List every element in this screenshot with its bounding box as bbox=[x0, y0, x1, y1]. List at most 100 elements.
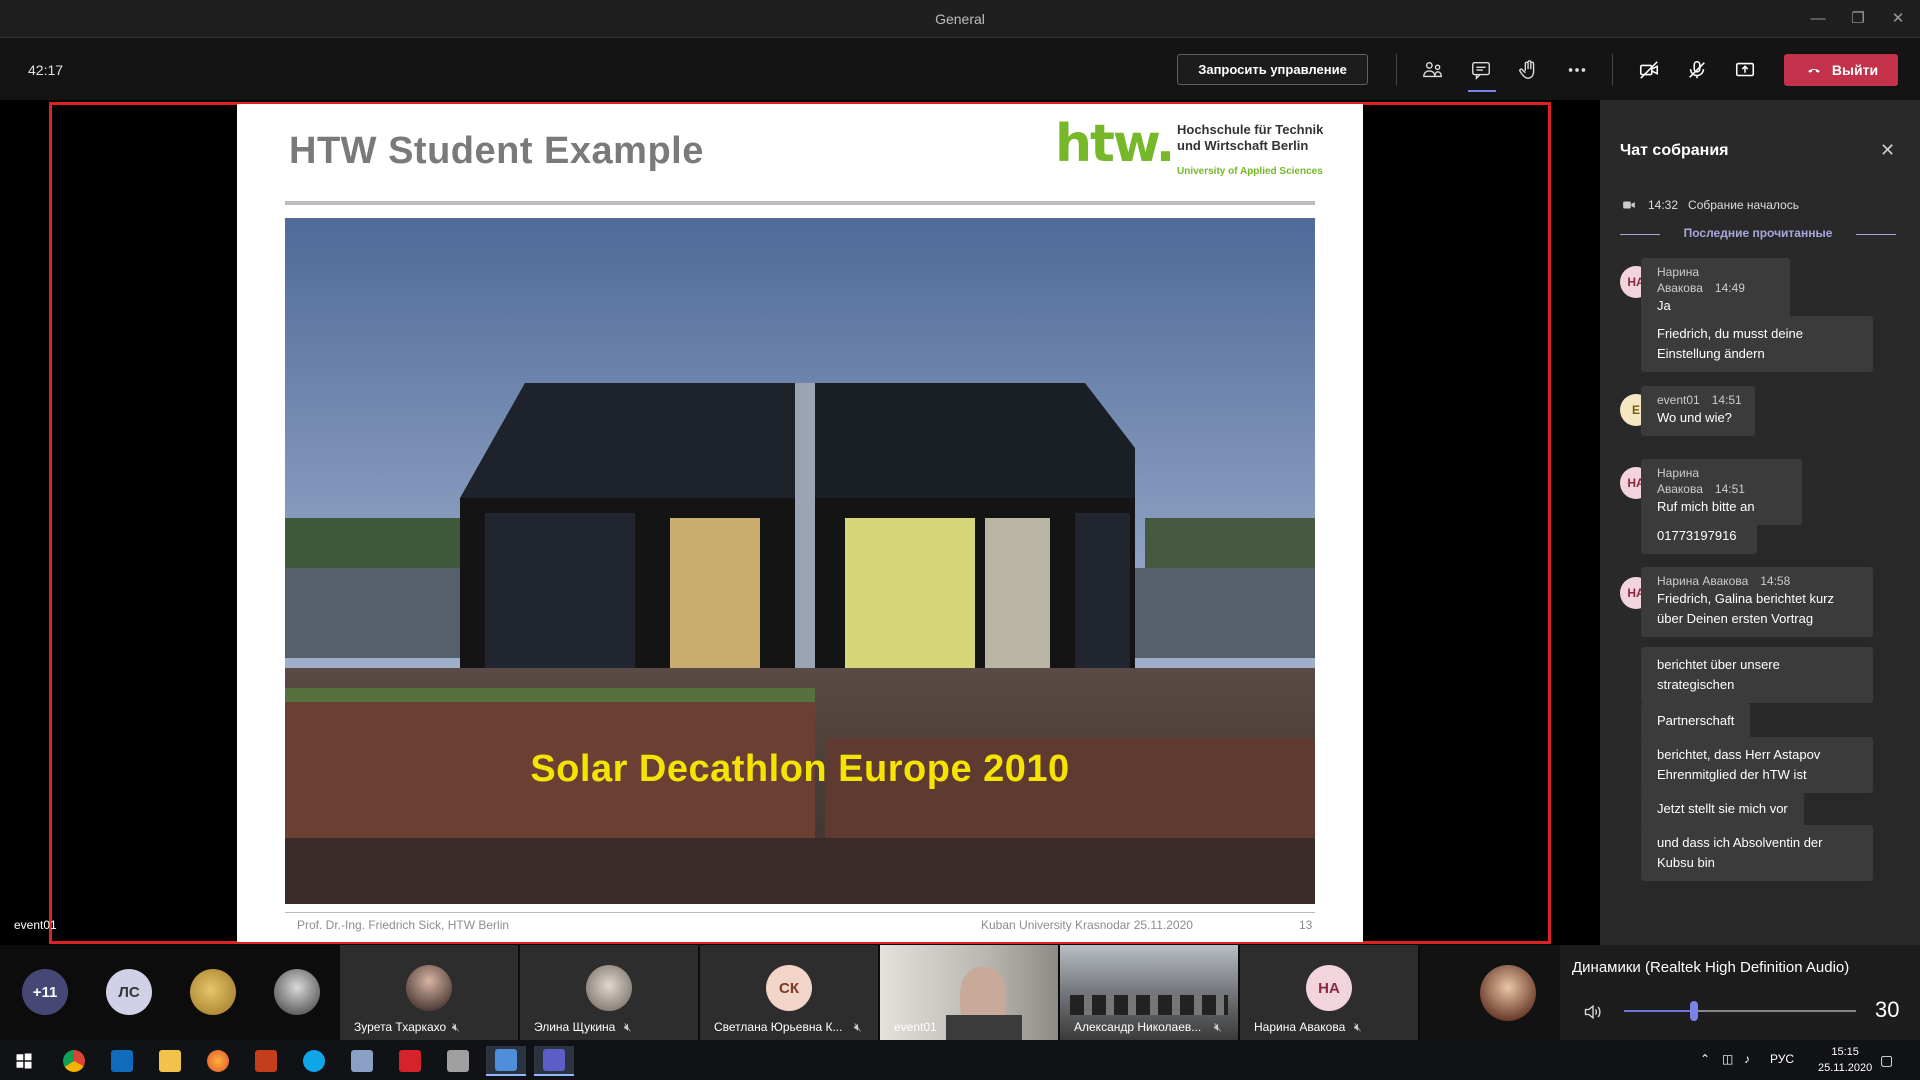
speaker-icon[interactable] bbox=[1580, 1002, 1606, 1022]
outlook-icon[interactable] bbox=[102, 1046, 142, 1076]
solar-house-photo: Solar Decathlon Europe 2010 bbox=[285, 218, 1315, 904]
taskbar-clock[interactable]: 15:15 25.11.2020 bbox=[1818, 1044, 1872, 1076]
request-control-button[interactable]: Запросить управление bbox=[1177, 54, 1368, 85]
htw-logo: htw. bbox=[1055, 114, 1175, 174]
chat-message[interactable]: Нарина Авакова 14:58 Friedrich, Galina be… bbox=[1641, 567, 1873, 637]
participant-tile[interactable]: НА Нарина Авакова 🔇︎ bbox=[1240, 945, 1418, 1040]
participant-tile[interactable]: Зурета Тхаркахо 🔇︎ bbox=[340, 945, 518, 1040]
speaker-shoulders bbox=[946, 1015, 1022, 1040]
printer-app-icon[interactable] bbox=[438, 1046, 478, 1076]
chat-message[interactable]: Jetzt stellt sie mich vor bbox=[1641, 791, 1804, 827]
powerpoint-icon[interactable] bbox=[246, 1046, 286, 1076]
participant-name: Элина Щукина bbox=[534, 1020, 616, 1034]
mic-off-icon: 🔇︎ bbox=[854, 1020, 862, 1034]
chat-message[interactable]: Partnerschaft bbox=[1641, 703, 1751, 739]
message-time: 14:51 bbox=[1714, 482, 1745, 496]
last-read-divider: Последние прочитанные bbox=[1620, 226, 1896, 242]
institution-line-2: und Wirtschaft Berlin bbox=[1177, 138, 1309, 153]
acrobat-icon[interactable] bbox=[390, 1046, 430, 1076]
participant-name: Нарина Авакова bbox=[1254, 1020, 1346, 1034]
classroom-video bbox=[1070, 995, 1228, 1015]
chat-message[interactable]: 01773197916 bbox=[1641, 518, 1757, 554]
chat-icon[interactable] bbox=[1466, 55, 1496, 92]
message-author: Нарина Авакова bbox=[1657, 466, 1703, 496]
phone-hangup-icon bbox=[1808, 68, 1820, 73]
avatar[interactable]: ЛС bbox=[106, 969, 152, 1015]
presentation-slide: HTW Student Example htw. Hochschule für … bbox=[237, 104, 1363, 942]
audio-device-panel: Динамики (Realtek High Definition Audio)… bbox=[1560, 945, 1920, 1040]
institution-subtitle: University of Applied Sciences bbox=[1177, 166, 1323, 177]
chrome-icon[interactable] bbox=[54, 1046, 94, 1076]
leave-button[interactable]: Выйти bbox=[1784, 54, 1898, 86]
skype-icon[interactable] bbox=[294, 1046, 334, 1076]
language-indicator[interactable]: РУС bbox=[1770, 1052, 1794, 1066]
chat-title: Чат собрания bbox=[1620, 142, 1729, 159]
volume-knob[interactable] bbox=[1689, 1001, 1698, 1021]
participant-tile[interactable] bbox=[1420, 945, 1560, 1040]
message-author: Нарина Авакова bbox=[1657, 574, 1749, 588]
chat-message[interactable]: berichtet, dass Herr Astapov Ehrenmitgli… bbox=[1641, 737, 1873, 793]
participant-video-tile[interactable]: event01 bbox=[880, 945, 1058, 1040]
slide-footer-event: Kuban University Krasnodar 25.11.2020 bbox=[981, 918, 1193, 932]
chat-message[interactable]: event01 14:51 Wo und wie? bbox=[1641, 386, 1755, 436]
message-author: Нарина Авакова bbox=[1657, 265, 1703, 295]
slide-title-rule bbox=[285, 201, 1315, 205]
notifications-icon[interactable]: ▢ bbox=[1880, 1052, 1893, 1069]
tray-chevron-icon[interactable]: ⌃ bbox=[1700, 1052, 1710, 1066]
minimize-icon[interactable]: — bbox=[1807, 8, 1829, 30]
participant-tile[interactable]: СК Светлана Юрьевна К... 🔇︎ bbox=[700, 945, 878, 1040]
mic-off-icon: 🔇︎ bbox=[624, 1020, 632, 1034]
volume-tray-icon[interactable]: ♪ bbox=[1744, 1052, 1750, 1066]
chat-message[interactable]: Нарина Авакова 14:49 Ja bbox=[1641, 258, 1790, 324]
avatar bbox=[586, 965, 632, 1011]
chat-active-indicator bbox=[1468, 90, 1496, 92]
volume-value: 30 bbox=[1875, 997, 1900, 1022]
message-time: 14:51 bbox=[1711, 393, 1742, 407]
more-options-icon[interactable] bbox=[1562, 55, 1592, 85]
participants-icon[interactable] bbox=[1418, 55, 1448, 85]
participant-name: Зурета Тхаркахо bbox=[354, 1020, 447, 1034]
camera-off-icon[interactable] bbox=[1634, 55, 1664, 85]
participant-video-tile[interactable]: Александр Николаев... 🔇︎ bbox=[1060, 945, 1238, 1040]
participant-tile[interactable]: Элина Щукина 🔇︎ bbox=[520, 945, 698, 1040]
message-text: Wo und wie? bbox=[1657, 410, 1732, 425]
windows-start-icon[interactable] bbox=[4, 1046, 44, 1076]
avatar-cat[interactable] bbox=[190, 969, 236, 1015]
presenter-name: event01 bbox=[14, 918, 57, 932]
message-author: event01 bbox=[1657, 393, 1700, 407]
message-text: Friedrich, Galina berichtet kurz über De… bbox=[1657, 591, 1835, 626]
participant-name: event01 bbox=[894, 1020, 937, 1034]
close-chat-icon[interactable]: ✕ bbox=[1880, 140, 1895, 161]
chat-message[interactable]: Friedrich, du musst deine Einstellung än… bbox=[1641, 316, 1873, 372]
meeting-timer: 42:17 bbox=[28, 62, 64, 78]
avatar-person[interactable] bbox=[274, 969, 320, 1015]
message-text: Ja bbox=[1657, 298, 1671, 313]
shared-content-stage: HTW Student Example htw. Hochschule für … bbox=[0, 100, 1600, 945]
chat-message[interactable]: berichtet über unsere strategischen bbox=[1641, 647, 1873, 703]
firefox-icon[interactable] bbox=[198, 1046, 238, 1076]
chat-message[interactable]: Нарина Авакова 14:51 Ruf mich bitte an bbox=[1641, 459, 1802, 525]
window-app-icon[interactable] bbox=[486, 1046, 526, 1076]
raise-hand-icon[interactable] bbox=[1514, 55, 1544, 85]
leave-label: Выйти bbox=[1831, 62, 1879, 78]
message-meta: Нарина Авакова 14:58 bbox=[1657, 573, 1857, 589]
volume-slider[interactable] bbox=[1624, 1001, 1856, 1021]
share-screen-icon[interactable] bbox=[1730, 55, 1760, 85]
window-title: General bbox=[935, 11, 985, 27]
file-explorer-icon[interactable] bbox=[150, 1046, 190, 1076]
clock-date: 25.11.2020 bbox=[1818, 1062, 1873, 1074]
participant-name: Светлана Юрьевна К... bbox=[714, 1020, 843, 1034]
more-participants-badge[interactable]: +11 bbox=[22, 969, 68, 1015]
window-titlebar: General — ❐ ✕ bbox=[0, 0, 1920, 38]
restore-icon[interactable]: ❐ bbox=[1847, 8, 1869, 30]
network-icon[interactable]: ◫ bbox=[1722, 1052, 1733, 1066]
satellite-app-icon[interactable] bbox=[342, 1046, 382, 1076]
microphone-off-icon[interactable] bbox=[1682, 55, 1712, 85]
chat-message[interactable]: und dass ich Absolventin der Kubsu bin bbox=[1641, 825, 1873, 881]
volume-fill bbox=[1624, 1010, 1694, 1012]
message-time: 14:58 bbox=[1760, 574, 1791, 588]
close-window-icon[interactable]: ✕ bbox=[1887, 8, 1909, 30]
meeting-toolbar: 42:17 Запросить управление Выйти bbox=[0, 38, 1920, 100]
meeting-chat-panel: Чат собрания ✕ 14:32 Собрание началось П… bbox=[1600, 100, 1920, 945]
teams-icon[interactable] bbox=[534, 1046, 574, 1076]
